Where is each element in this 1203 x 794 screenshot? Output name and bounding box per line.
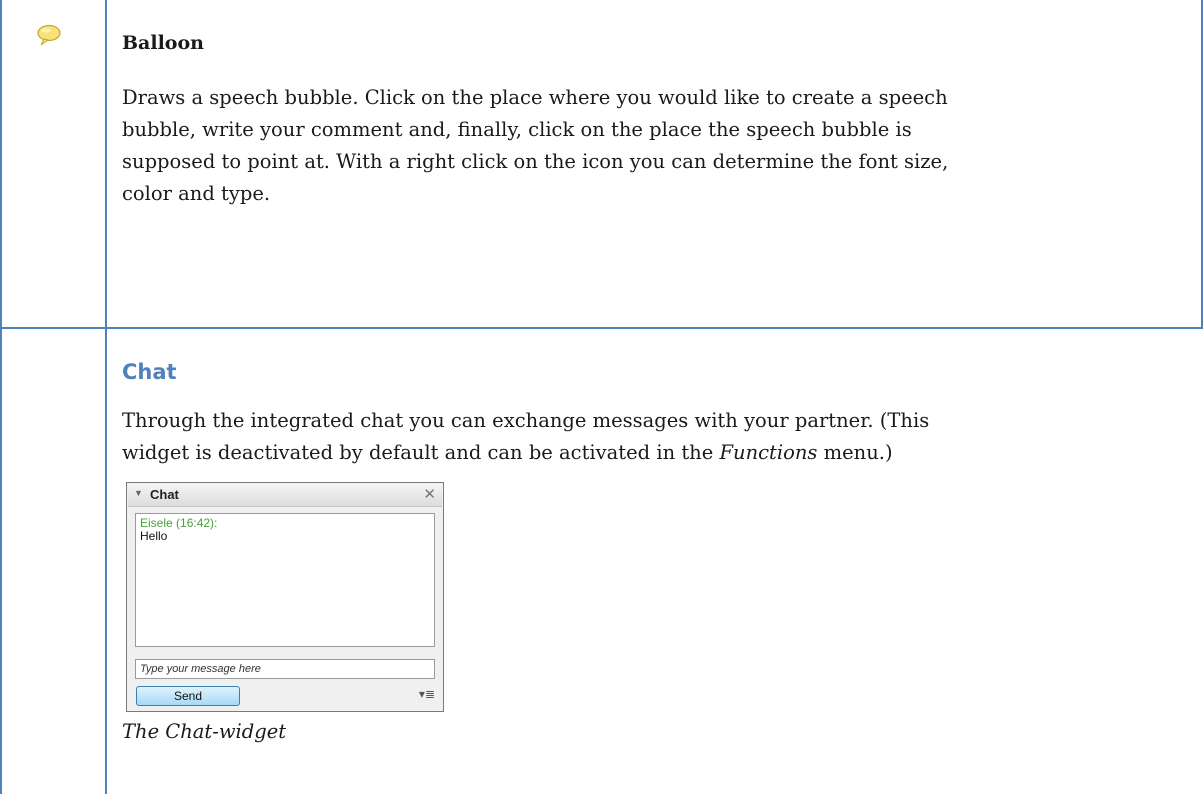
chat-description: Through the integrated chat you can exch… [122, 405, 1182, 469]
chat-description-line: Through the integrated chat you can exch… [122, 409, 930, 432]
collapse-triangle-icon[interactable]: ▼ [134, 488, 143, 498]
chat-message-text: Hello [140, 529, 168, 543]
chat-widget-screenshot: ▼ Chat ✕ Eisele (16:42): Hello Type your… [126, 482, 444, 712]
chat-description-text: menu.) [817, 441, 893, 464]
functions-menu-reference: Functions [719, 441, 818, 464]
chat-description-line: widget is deactivated by default and can… [122, 437, 1182, 469]
chat-widget-title: Chat [150, 487, 179, 502]
close-icon[interactable]: ✕ [423, 485, 436, 503]
chat-message-log[interactable]: Eisele (16:42): Hello [135, 513, 435, 647]
document-table: Balloon Draws a speech bubble. Click on … [0, 0, 1203, 794]
table-column-divider [105, 0, 107, 794]
balloon-description-line: Draws a speech bubble. Click on the plac… [122, 86, 948, 109]
balloon-description-line: supposed to point at. With a right click… [122, 150, 949, 173]
table-border-left [0, 0, 2, 794]
send-button[interactable]: Send [136, 686, 240, 706]
balloon-description: Draws a speech bubble. Click on the plac… [122, 82, 1182, 210]
chat-heading: Chat [122, 360, 177, 384]
speech-balloon-icon [37, 24, 61, 46]
chat-message-input[interactable]: Type your message here [135, 659, 435, 679]
chat-message-sender: Eisele (16:42): [140, 516, 218, 530]
chat-widget-caption: The Chat-widget [122, 720, 287, 743]
balloon-description-line: color and type. [122, 182, 271, 205]
chat-widget-titlebar: ▼ Chat ✕ [128, 484, 442, 507]
balloon-description-line: bubble, write your comment and, finally,… [122, 118, 912, 141]
options-menu-icon[interactable]: ▾≣ [419, 687, 435, 701]
chat-description-text: widget is deactivated by default and can… [122, 441, 720, 464]
table-row-divider [0, 327, 1203, 329]
balloon-heading: Balloon [122, 32, 204, 54]
